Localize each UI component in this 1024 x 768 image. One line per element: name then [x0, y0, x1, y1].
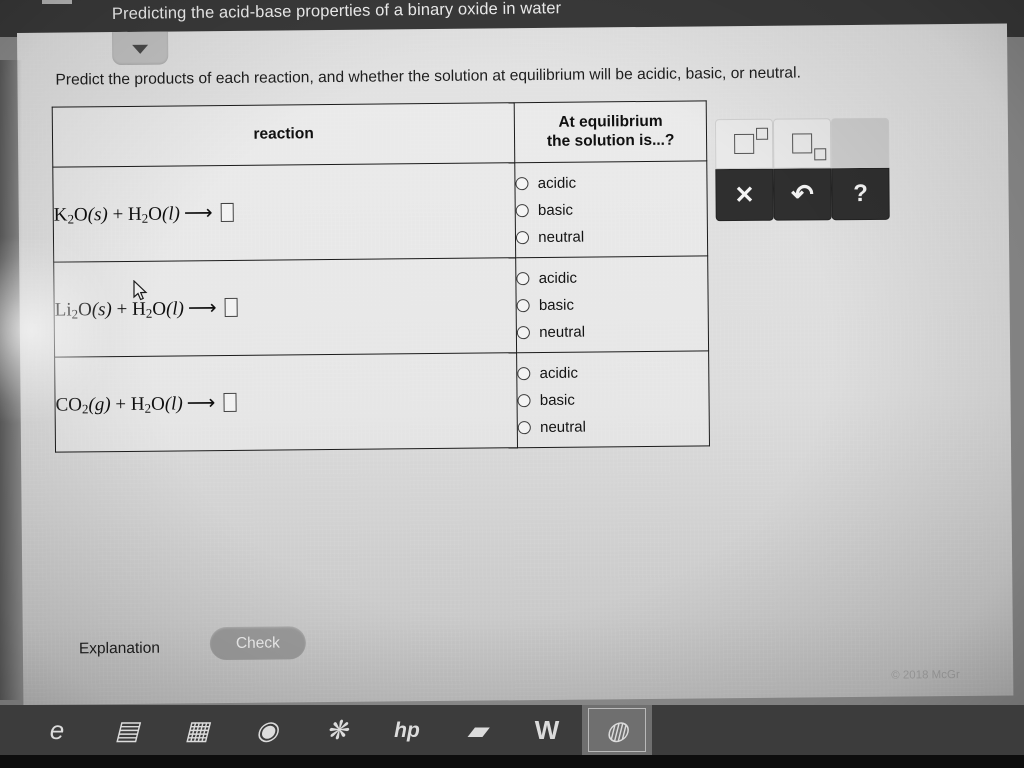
word-icon: W [534, 715, 560, 745]
radio-option-label: basic [537, 201, 574, 219]
superscript-button[interactable] [714, 118, 774, 170]
undo-button[interactable]: ↶ [773, 168, 832, 221]
page-dropdown-tab[interactable] [111, 31, 169, 66]
radio-option-label: acidic [537, 174, 577, 192]
radio-option-label: acidic [539, 364, 578, 382]
column-header-reaction: reaction [52, 102, 516, 168]
taskbar-word-button[interactable]: W [512, 705, 582, 755]
radio-option-neutral[interactable]: neutral [518, 412, 709, 441]
taskbar-hp-button[interactable]: hp [372, 705, 442, 755]
screen-photo: Predicting the acid-base properties of a… [0, 0, 1024, 768]
explanation-button[interactable]: Explanation [73, 636, 166, 663]
toolbar-blank-slot [830, 117, 890, 169]
reactions-table-body: K2O(s) + H2O(l) ⟶ acidic basic neutral Li2O(s… [52, 160, 710, 453]
equilibrium-options: acidic basic neutral [516, 350, 710, 448]
radio-option-label: neutral [539, 418, 587, 436]
product-input[interactable] [220, 202, 234, 223]
math-toolbar-top-row [714, 117, 890, 170]
superscript-icon [734, 127, 769, 155]
table-row: K2O(s) + H2O(l) ⟶ acidic basic neutral [52, 160, 708, 263]
taskbar-media-player-button[interactable]: ▰ [442, 705, 512, 755]
subscript-icon [792, 133, 827, 161]
table-row: CO2(g) + H2O(l) ⟶ acidic basic neutral [54, 350, 710, 453]
radio-option-label: neutral [538, 228, 585, 246]
radio-button-icon[interactable] [515, 203, 530, 217]
chevron-down-icon [132, 44, 149, 54]
column-header-equilibrium-line1: At equilibrium [558, 112, 663, 131]
radio-button-icon[interactable] [517, 366, 531, 380]
radio-option-label: acidic [538, 269, 578, 287]
camera-icon: ◉ [255, 715, 279, 745]
subscript-button[interactable] [772, 118, 832, 169]
reaction-equation: K2O(s) + H2O(l) ⟶ [52, 162, 516, 263]
radio-option-basic[interactable]: basic [517, 385, 709, 414]
radio-option-basic[interactable]: basic [515, 195, 707, 224]
file-explorer-icon: ▤ [114, 715, 140, 745]
copyright-text: © 2018 McGr [891, 668, 960, 682]
taskbar-photos-button[interactable]: ❋ [302, 705, 372, 755]
taskbar-internet-explorer-button[interactable]: e [22, 705, 92, 755]
instruction-text: Predict the products of each reaction, a… [55, 64, 801, 89]
page-title: Predicting the acid-base properties of a… [111, 0, 562, 23]
reaction-equation: Li2O(s) + H2O(l) ⟶ [53, 257, 517, 358]
photos-icon: ❋ [326, 715, 348, 745]
windows-taskbar: e ▤ ▦ ◉ ❋ hp ▰ W ◍ [0, 705, 1024, 755]
firefox-icon: ◍ [605, 715, 629, 745]
radio-option-acidic[interactable]: acidic [515, 168, 707, 197]
radio-button-icon[interactable] [515, 176, 529, 190]
windows-store-icon: ▦ [184, 715, 210, 745]
radio-button-icon[interactable] [517, 325, 531, 339]
taskbar-windows-store-button[interactable]: ▦ [162, 705, 232, 755]
math-toolbar: ✕ ↶ ? [714, 117, 890, 224]
radio-option-label: neutral [539, 323, 586, 341]
check-button[interactable]: Check [209, 626, 307, 661]
radio-option-label: basic [538, 296, 575, 314]
math-toolbar-bottom-row: ✕ ↶ ? [715, 167, 890, 222]
window-menu-line [42, 0, 72, 4]
taskbar-firefox-button[interactable]: ◍ [582, 705, 652, 755]
radio-button-icon[interactable] [517, 393, 531, 407]
product-input[interactable] [224, 297, 238, 318]
reaction-equation: CO2(g) + H2O(l) ⟶ [54, 352, 518, 453]
media-player-icon: ▰ [467, 715, 487, 745]
help-button[interactable]: ? [831, 167, 890, 221]
equilibrium-options: acidic basic neutral [515, 160, 708, 258]
assignment-page: Predict the products of each reaction, a… [17, 23, 1014, 705]
radio-button-icon[interactable] [516, 230, 530, 244]
radio-option-acidic[interactable]: acidic [516, 263, 708, 292]
column-header-equilibrium-line2: the solution is...? [546, 131, 675, 150]
table-row: Li2O(s) + H2O(l) ⟶ acidic basic neutral [53, 255, 709, 358]
screen-bottom-bezel [0, 755, 1024, 768]
radio-option-basic[interactable]: basic [516, 290, 708, 319]
radio-button-icon[interactable] [516, 298, 530, 312]
product-input[interactable] [223, 392, 237, 413]
radio-option-neutral[interactable]: neutral [516, 222, 707, 251]
radio-option-label: basic [539, 391, 575, 409]
radio-option-acidic[interactable]: acidic [517, 358, 708, 387]
column-header-equilibrium: At equilibrium the solution is...? [514, 100, 707, 163]
reactions-table: reaction At equilibrium the solution is.… [51, 100, 710, 453]
table-header-row: reaction At equilibrium the solution is.… [52, 100, 707, 168]
radio-button-icon[interactable] [518, 420, 532, 434]
hp-icon: hp [394, 718, 420, 742]
taskbar-camera-button[interactable]: ◉ [232, 705, 302, 755]
taskbar-file-explorer-button[interactable]: ▤ [92, 705, 162, 755]
equilibrium-options: acidic basic neutral [515, 255, 709, 353]
clear-button[interactable]: ✕ [715, 168, 774, 222]
internet-explorer-icon: e [49, 715, 65, 745]
radio-button-icon[interactable] [516, 271, 530, 285]
radio-option-neutral[interactable]: neutral [517, 317, 708, 346]
